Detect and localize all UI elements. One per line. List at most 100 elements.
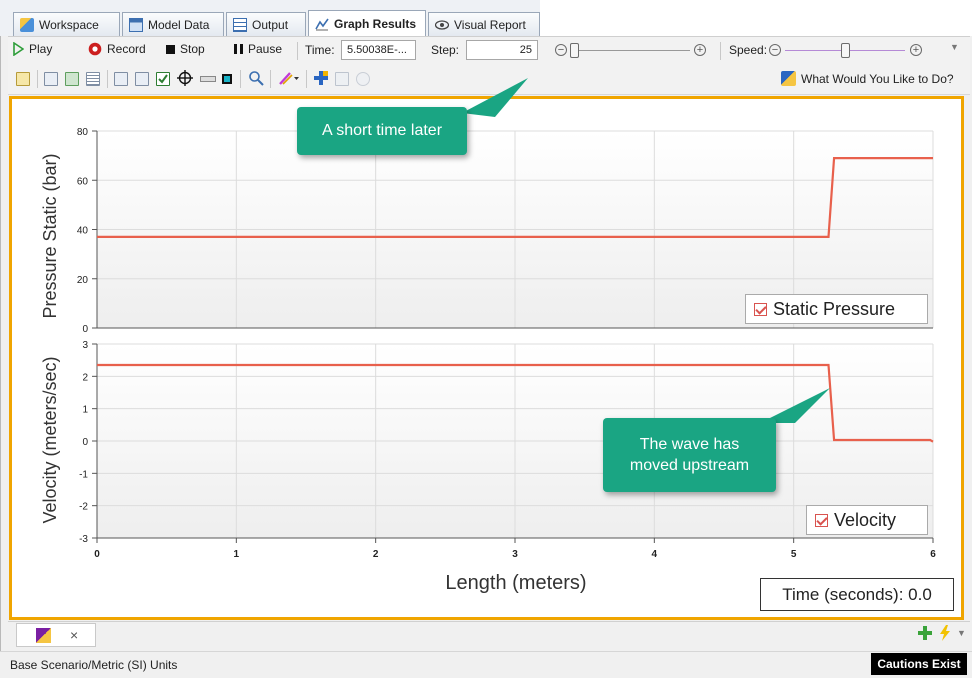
toolbar-overflow-icon[interactable]: ▼ (950, 42, 959, 52)
y-tick-label: -2 (79, 502, 88, 513)
stop-button[interactable]: Stop (166, 42, 205, 56)
help-label: What Would You Like to Do? (801, 71, 954, 86)
edit-graph-icon[interactable] (16, 72, 30, 86)
step-increase-icon[interactable]: + (694, 44, 706, 56)
stop-label: Stop (180, 42, 205, 56)
toolbar-separator (240, 70, 241, 88)
y-tick-label: 60 (77, 176, 89, 187)
tab-output[interactable]: Output (226, 12, 306, 36)
y-tick-label: 3 (82, 340, 88, 351)
play-icon (13, 42, 24, 56)
tab-graph-results[interactable]: Graph Results (308, 10, 426, 37)
legend-label: Velocity (834, 509, 897, 530)
tab-label: Workspace (39, 17, 99, 32)
toolbar-separator (107, 70, 108, 88)
x-tick-label: 3 (512, 549, 518, 560)
legend-label: Static Pressure (773, 298, 896, 319)
step-label: Step: (431, 43, 460, 57)
time-label: Time: (305, 43, 335, 57)
tab-workspace[interactable]: Workspace (13, 12, 120, 36)
stop-icon (166, 44, 175, 54)
document-tab[interactable]: × (16, 623, 96, 647)
toolbar-separator (297, 42, 298, 60)
toolbar-separator (720, 42, 721, 60)
x-tick-label: 5 (791, 549, 797, 560)
scale-bar-icon[interactable] (200, 76, 216, 82)
add-icon[interactable] (918, 626, 932, 640)
tab-label: Output (252, 17, 289, 32)
scenario-status: Base Scenario/Metric (SI) Units (10, 658, 178, 672)
toolbar-separator (270, 70, 271, 88)
tab-strip-empty-area (540, 0, 972, 36)
crosshair-icon[interactable] (177, 70, 193, 86)
legend-checkbox[interactable] (754, 302, 767, 316)
data-table-icon[interactable] (86, 72, 100, 86)
record-button[interactable]: Record (88, 42, 146, 56)
velocity-tick-labels: 3 2 1 0 -1 -2 -3 (79, 340, 88, 545)
color-pen-dropdown-icon[interactable] (278, 70, 300, 86)
marker-icon[interactable] (222, 74, 232, 84)
static-pressure-legend[interactable]: Static Pressure (745, 294, 928, 324)
graph-icon (315, 17, 329, 31)
callout-wave-moved: The wave has moved upstream (603, 418, 776, 492)
toolbar-separator (37, 70, 38, 88)
legend-settings-icon[interactable] (135, 72, 149, 86)
eye-icon (434, 18, 450, 32)
toolbar-separator (306, 70, 307, 88)
speed-slider-thumb[interactable] (841, 43, 850, 58)
play-label: Play (29, 42, 53, 56)
what-would-you-like-button[interactable]: What Would You Like to Do? (781, 71, 954, 86)
cautions-badge[interactable]: Cautions Exist (871, 653, 967, 675)
pause-button[interactable]: Pause (234, 42, 282, 56)
y-tick-label: -3 (79, 534, 88, 545)
pause-label: Pause (248, 42, 283, 56)
tab-label: Model Data (148, 17, 210, 32)
y-tick-label: 0 (82, 437, 88, 448)
refresh-icon[interactable] (356, 72, 370, 86)
tab-label: Graph Results (334, 17, 417, 31)
zoom-icon[interactable] (248, 70, 264, 86)
remove-series-icon[interactable] (335, 72, 349, 86)
velocity-legend[interactable]: Velocity (806, 505, 928, 535)
step-slider-track[interactable] (570, 50, 690, 51)
add-series-icon[interactable] (314, 71, 328, 85)
close-icon[interactable]: × (70, 627, 78, 643)
axis-settings-icon[interactable] (114, 72, 128, 86)
table-icon (233, 17, 247, 32)
x-tick-label: 6 (930, 549, 936, 560)
y-tick-label: -1 (79, 469, 88, 480)
tab-model-data[interactable]: Model Data (122, 12, 224, 36)
checkbox-toggle-icon[interactable] (156, 72, 170, 86)
playback-toolbar: Play Record Stop Pause Time: 5.50038E-..… (8, 36, 970, 65)
y-tick-label: 1 (82, 405, 88, 416)
record-icon (88, 42, 102, 56)
document-tab-bar (8, 621, 970, 650)
step-slider-thumb[interactable] (570, 43, 579, 58)
save-graph-icon[interactable] (65, 72, 79, 86)
time-readout: Time (seconds): 0.0 (760, 578, 954, 611)
step-field[interactable]: 25 (466, 40, 538, 60)
speed-label: Speed: (729, 43, 768, 57)
length-axis-label: Length (meters) (445, 572, 586, 594)
legend-checkbox[interactable] (815, 513, 828, 527)
wizard-icon (781, 71, 796, 86)
y-tick-label: 40 (77, 226, 89, 237)
length-tick-labels: 0 1 2 3 4 5 6 (94, 549, 936, 560)
callout-short-time-later: A short time later (297, 107, 467, 155)
tab-visual-report[interactable]: Visual Report (428, 12, 540, 36)
speed-decrease-icon[interactable]: − (769, 44, 781, 56)
x-tick-label: 0 (94, 549, 100, 560)
speed-increase-icon[interactable]: + (910, 44, 922, 56)
play-button[interactable]: Play (12, 42, 52, 56)
time-field[interactable]: 5.50038E-... (341, 40, 416, 60)
pause-icon (234, 44, 243, 54)
pressure-axis-label: Pressure Static (bar) (40, 153, 60, 318)
lightning-icon[interactable] (938, 625, 952, 641)
copy-icon[interactable] (44, 72, 58, 86)
graph-area: 0 20 40 60 80 3 2 1 0 -1 -2 -3 0 1 2 3 4 5 6 Pressure St… (40, 127, 936, 594)
pressure-tick-labels: 0 20 40 60 80 (77, 127, 89, 335)
tab-menu-icon[interactable]: ▼ (957, 628, 966, 638)
y-tick-label: 80 (77, 127, 89, 138)
model-data-icon (129, 17, 143, 32)
step-decrease-icon[interactable]: − (555, 44, 567, 56)
